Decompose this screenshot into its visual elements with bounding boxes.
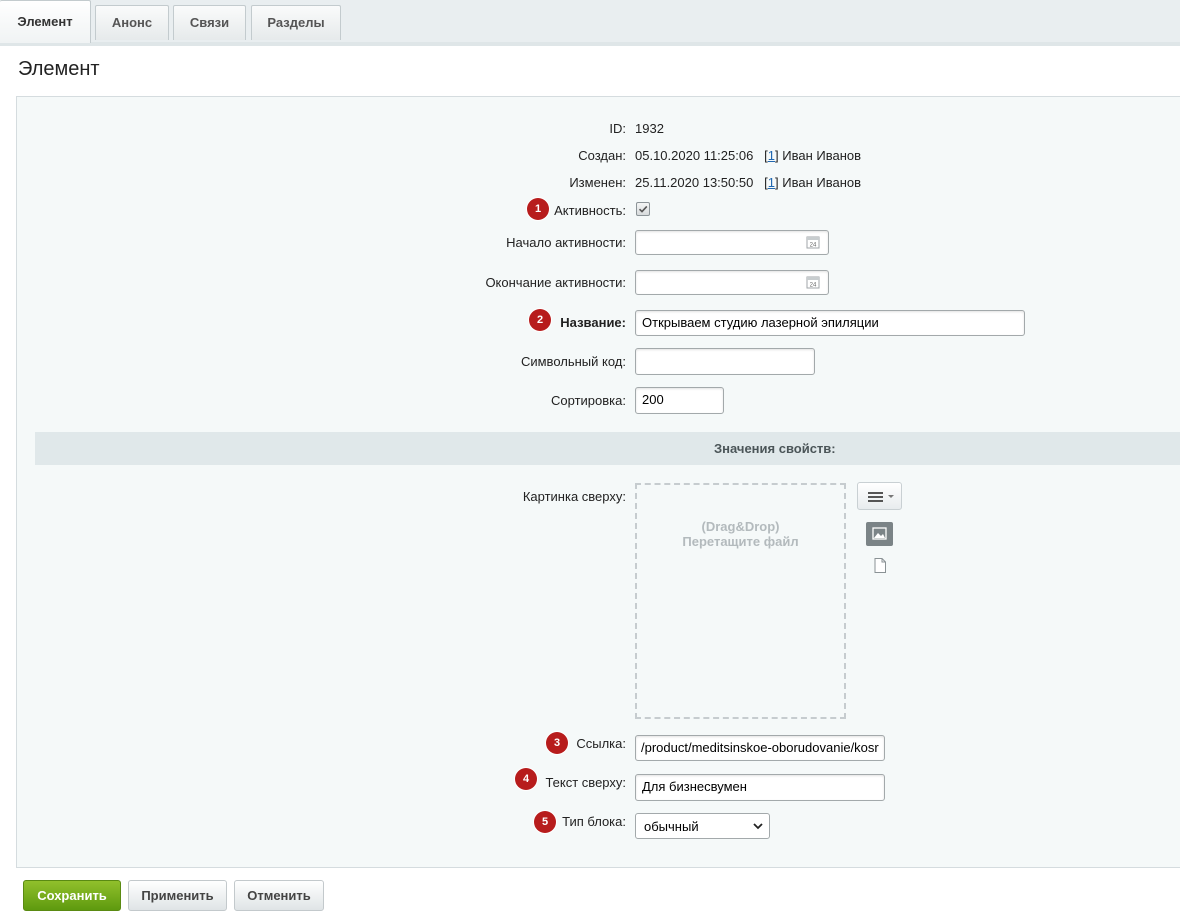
link-input[interactable]: /product/meditsinskoe-oborudovanie/kosr xyxy=(635,735,885,761)
active-to-input[interactable]: 24 xyxy=(635,270,829,295)
created-label: Создан: xyxy=(578,148,626,163)
apply-button[interactable]: Применить xyxy=(128,880,227,911)
svg-text:24: 24 xyxy=(810,283,817,289)
name-label: Название: xyxy=(560,315,626,330)
modified-row: 25.11.2020 13:50:50 [1] Иван Иванов xyxy=(635,175,862,190)
code-input[interactable] xyxy=(635,348,815,375)
id-value: 1932 xyxy=(635,121,664,136)
dropzone-hint-2: Перетащите файл xyxy=(682,534,799,549)
image-upload-button[interactable] xyxy=(866,522,893,546)
tab-anons[interactable]: Анонс xyxy=(95,5,169,40)
active-from-label: Начало активности: xyxy=(506,235,626,250)
svg-text:24: 24 xyxy=(810,243,817,249)
created-user-link[interactable]: 1 xyxy=(768,148,775,163)
active-from-input[interactable]: 24 xyxy=(635,230,829,255)
block-type-label: Тип блока: xyxy=(562,814,626,829)
created-user-name: Иван Иванов xyxy=(782,148,862,163)
id-label: ID: xyxy=(609,121,626,136)
top-text-input[interactable]: Для бизнесвумен xyxy=(635,774,885,801)
tab-bar-shadow xyxy=(0,42,1180,46)
modified-user-name: Иван Иванов xyxy=(782,175,862,190)
image-icon xyxy=(872,527,887,540)
menu-icon xyxy=(868,492,894,502)
badge-4: 4 xyxy=(515,768,537,790)
modified-label: Изменен: xyxy=(569,175,626,190)
calendar-icon[interactable]: 24 xyxy=(806,235,820,249)
save-button[interactable]: Сохранить xyxy=(23,880,121,911)
active-checkbox[interactable] xyxy=(636,202,650,216)
top-text-label: Текст сверху: xyxy=(545,775,626,790)
dropzone-hint-1: (Drag&Drop) xyxy=(701,519,780,534)
badge-5: 5 xyxy=(534,811,556,833)
tab-sections[interactable]: Разделы xyxy=(251,5,341,40)
picture-label: Картинка сверху: xyxy=(522,489,626,504)
modified-value: 25.11.2020 13:50:50 xyxy=(635,175,754,190)
chevron-down-icon xyxy=(753,823,763,830)
link-label: Ссылка: xyxy=(576,736,626,751)
file-menu-button[interactable] xyxy=(857,482,902,510)
created-value: 05.10.2020 11:25:06 xyxy=(635,148,754,163)
cancel-button[interactable]: Отменить xyxy=(234,880,324,911)
file-icon[interactable] xyxy=(874,558,886,573)
block-type-select[interactable]: обычный xyxy=(635,813,770,839)
badge-3: 3 xyxy=(546,732,568,754)
badge-1: 1 xyxy=(527,198,549,220)
code-label: Символьный код: xyxy=(520,354,626,369)
calendar-icon[interactable]: 24 xyxy=(806,275,820,289)
badge-2: 2 xyxy=(529,309,551,331)
file-dropzone[interactable]: (Drag&Drop) Перетащите файл xyxy=(635,483,846,719)
page-title: Элемент xyxy=(18,58,100,80)
modified-user-link[interactable]: 1 xyxy=(768,175,775,190)
checkmark-icon xyxy=(638,205,648,213)
name-input[interactable]: Открываем студию лазерной эпиляции xyxy=(635,310,1025,336)
created-row: 05.10.2020 11:25:06 [1] Иван Иванов xyxy=(635,148,862,163)
active-label: Активность: xyxy=(554,203,626,218)
block-type-value: обычный xyxy=(644,819,699,834)
properties-section-title: Значения свойств: xyxy=(714,441,836,456)
sort-input[interactable]: 200 xyxy=(635,387,724,414)
properties-section-bar xyxy=(35,432,1180,465)
tab-links[interactable]: Связи xyxy=(173,5,246,40)
sort-label: Сортировка: xyxy=(551,393,626,408)
tab-element[interactable]: Элемент xyxy=(0,0,91,43)
active-to-label: Окончание активности: xyxy=(485,275,626,290)
